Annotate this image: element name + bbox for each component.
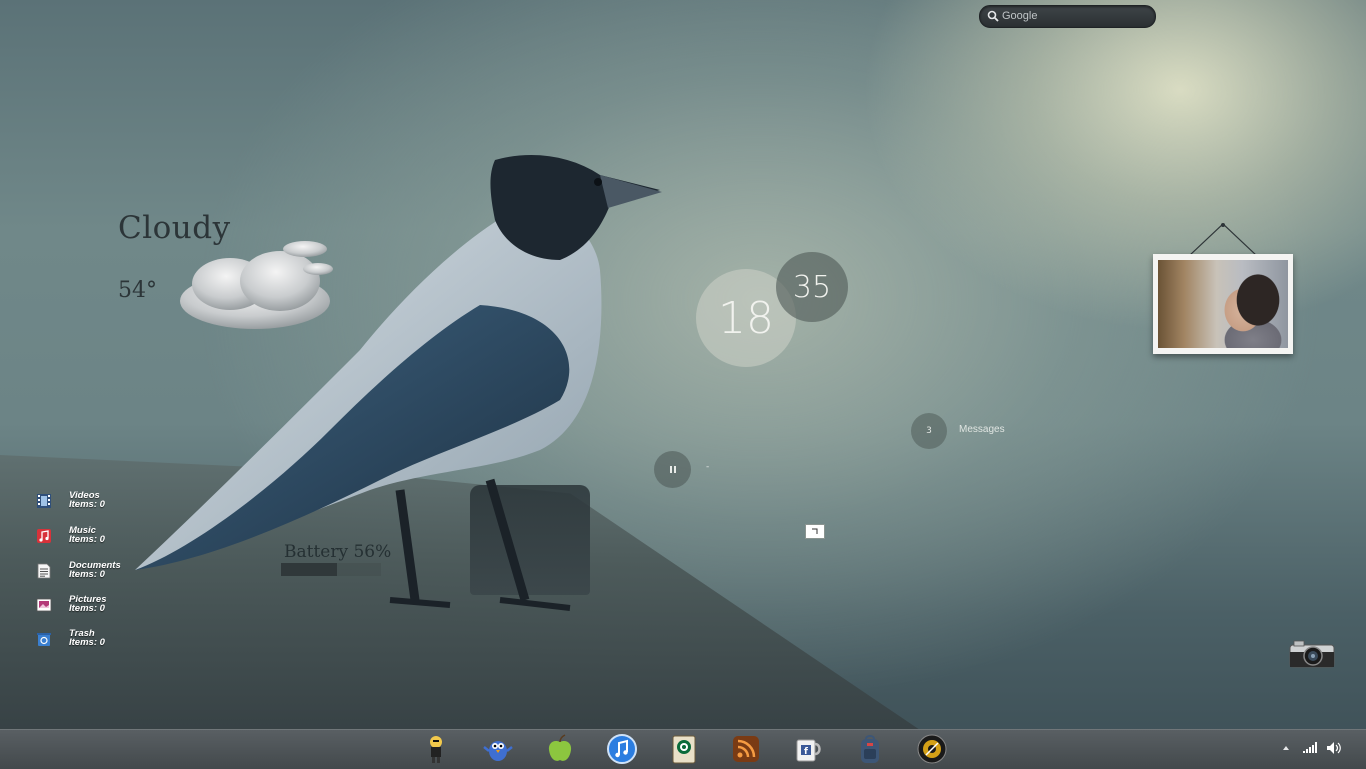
signal-icon[interactable]	[1303, 742, 1317, 753]
folder-count: Items: 0	[69, 498, 105, 510]
weather-temperature: 54°	[118, 278, 157, 303]
search-icon	[987, 10, 999, 22]
folder-count: Items: 0	[69, 602, 105, 614]
backpack-icon[interactable]	[854, 733, 886, 765]
facebook-mug-icon[interactable]: f	[792, 733, 824, 765]
frame-string	[1189, 223, 1257, 256]
film-icon	[37, 494, 51, 508]
taskbar: f	[0, 729, 1366, 769]
battery-bar	[281, 563, 381, 576]
rss-icon[interactable]	[730, 733, 762, 765]
character-icon[interactable]	[420, 733, 452, 765]
photo-image	[1158, 260, 1288, 348]
camera-icon[interactable]	[1289, 639, 1335, 669]
itunes-icon[interactable]	[606, 733, 638, 765]
messages-count-badge[interactable]: 3	[911, 413, 947, 449]
track-title: -	[706, 462, 710, 472]
svg-text:f: f	[804, 747, 808, 757]
photo-frame[interactable]	[1153, 254, 1293, 354]
folder-documents[interactable]: Documents Items: 0	[36, 561, 121, 580]
volume-icon[interactable]	[1326, 741, 1342, 755]
cloud-icon	[180, 241, 333, 329]
pause-icon	[669, 466, 676, 473]
trash-icon	[37, 633, 51, 646]
folder-count: Items: 0	[69, 568, 105, 580]
folder-videos[interactable]: Videos Items: 0	[36, 491, 105, 510]
folder-music[interactable]: Music Items: 0	[36, 526, 105, 545]
folder-count: Items: 0	[69, 636, 105, 648]
bird-icon[interactable]	[482, 733, 514, 765]
document-icon	[37, 563, 51, 579]
folder-pictures[interactable]: Pictures Items: 0	[36, 595, 107, 614]
battery-label: Battery 56%	[284, 542, 392, 562]
folder-trash[interactable]: Trash Items: 0	[36, 629, 105, 648]
mini-window-icon[interactable]	[805, 524, 825, 539]
picture-icon	[36, 598, 52, 612]
search-input[interactable]	[1002, 7, 1147, 25]
speaker-disc-icon[interactable]	[916, 733, 948, 765]
apple-icon[interactable]	[544, 733, 576, 765]
messages-label[interactable]: Messages	[959, 424, 1005, 435]
battery-fill	[281, 563, 337, 576]
folder-count: Items: 0	[69, 533, 105, 545]
tray-expand-icon[interactable]	[1283, 745, 1289, 751]
clock-minute: 35	[776, 252, 848, 322]
music-icon	[37, 529, 51, 543]
starbucks-notebook-icon[interactable]	[668, 733, 700, 765]
pause-button[interactable]	[654, 451, 691, 488]
search-box[interactable]	[979, 5, 1156, 28]
